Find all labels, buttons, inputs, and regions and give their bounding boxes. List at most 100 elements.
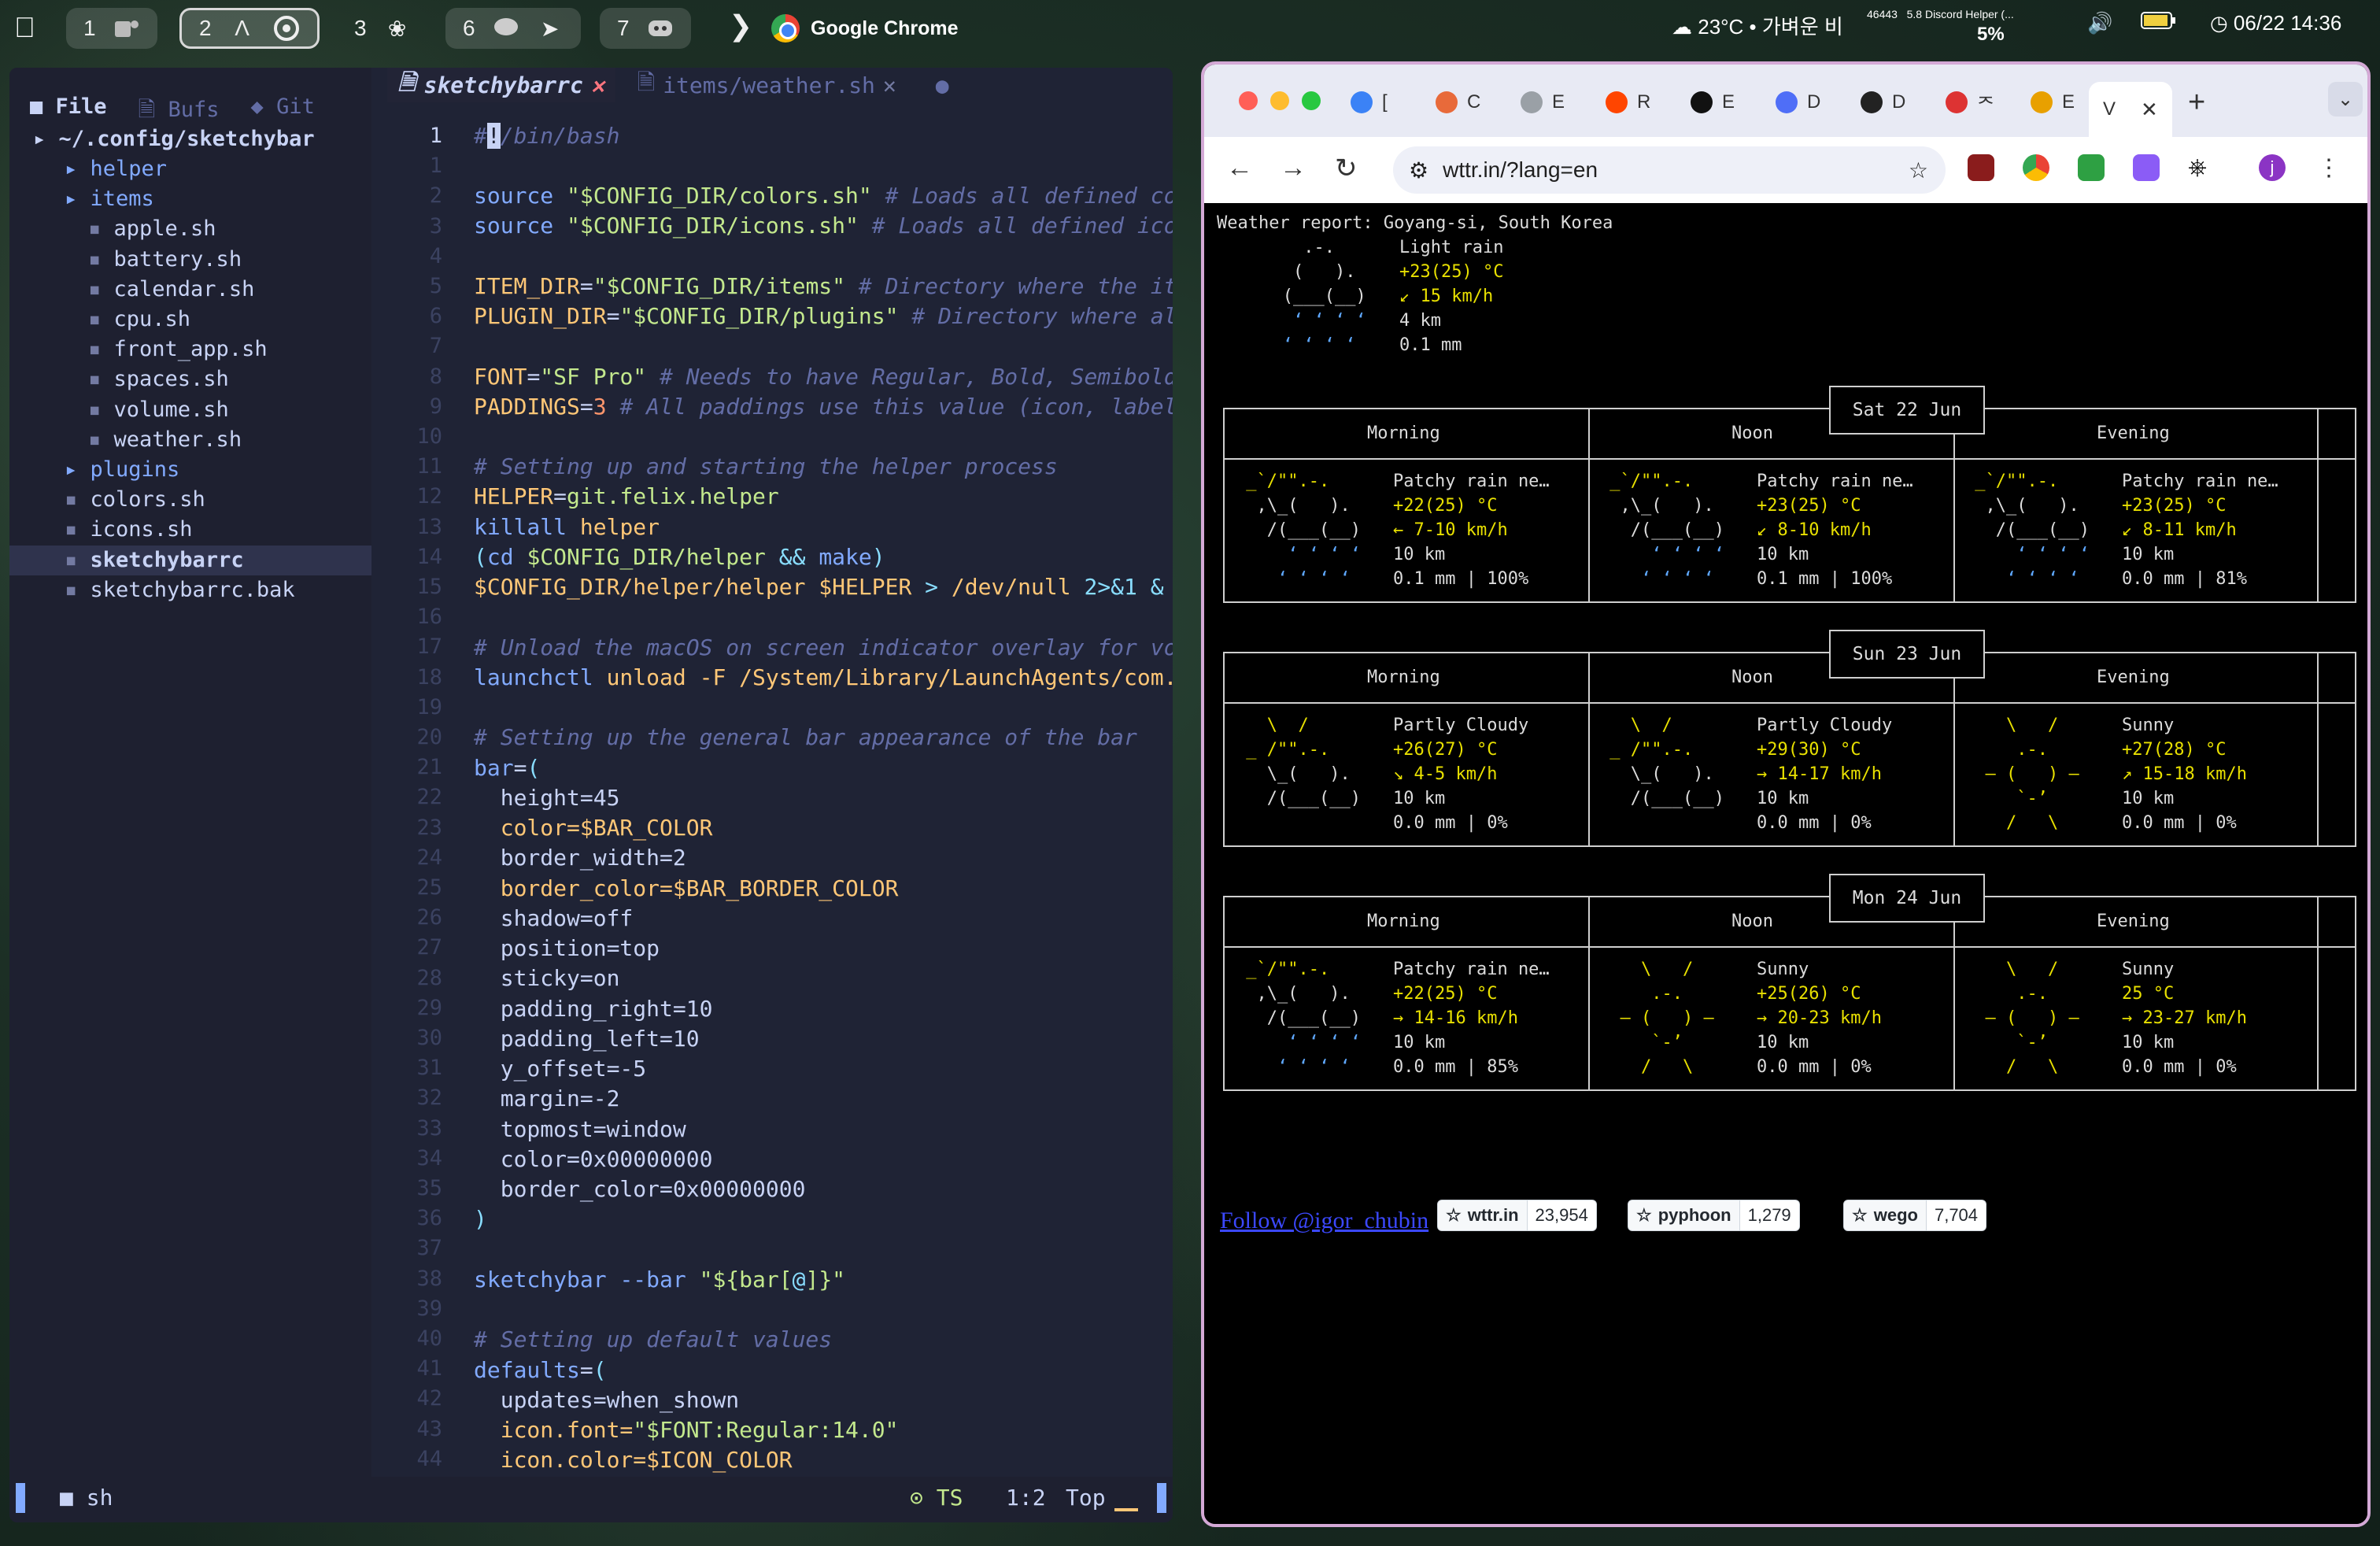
forecast-temp: +25(26) °C bbox=[1757, 984, 1861, 1004]
chevron-right-icon: ❯ bbox=[729, 9, 753, 42]
tree-item-weather-sh[interactable]: ▪ weather.sh bbox=[9, 425, 371, 455]
github-star-button[interactable]: ☆ wttr.in 23,954 bbox=[1437, 1200, 1597, 1231]
line-number: 42 bbox=[416, 1386, 442, 1411]
follow-link[interactable]: Follow @igor_chubin bbox=[1220, 1208, 1428, 1234]
favicon-icon bbox=[1946, 91, 1968, 113]
close-icon[interactable]: ✕ bbox=[591, 72, 604, 98]
tree-item-helper[interactable]: ▸ helper bbox=[9, 154, 371, 184]
tab-active[interactable]: V ✕ bbox=[2089, 82, 2172, 137]
bookmark-star-icon[interactable]: ☆ bbox=[1909, 157, 1928, 183]
menu-kebab-icon[interactable]: ⋮ bbox=[2317, 154, 2344, 181]
tree-item-front-app-sh[interactable]: ▪ front_app.sh bbox=[9, 335, 371, 364]
tree-item-icons-sh[interactable]: ▪ icons.sh bbox=[9, 515, 371, 545]
tree-item-label: sketchybarrc bbox=[90, 547, 244, 572]
forecast-precip: 0.1 mm | 100% bbox=[1757, 569, 1893, 589]
browser-tab[interactable]: ᄌ bbox=[1946, 82, 1994, 123]
workspace-6[interactable]: 6 ➤ bbox=[445, 8, 581, 49]
weather-ascii-art: ‘ ‘ ‘ ‘ bbox=[1251, 335, 1366, 355]
tree-item-sketchybarrc-bak[interactable]: ▪ sketchybarrc.bak bbox=[9, 575, 371, 605]
forecast-wind: → 14-17 km/h bbox=[1757, 764, 1882, 784]
browser-tab[interactable]: E bbox=[1521, 82, 1565, 123]
star-count[interactable]: 7,704 bbox=[1926, 1200, 1987, 1231]
workspace-2[interactable]: 2 Λ bbox=[179, 8, 320, 49]
line-number: 31 bbox=[416, 1056, 442, 1081]
browser-tab[interactable]: C bbox=[1436, 82, 1480, 123]
chrome-extension-icon[interactable] bbox=[2023, 154, 2049, 181]
discord-icon bbox=[647, 15, 674, 42]
workspace-7[interactable]: 7 bbox=[600, 8, 691, 49]
minimize-window-button[interactable] bbox=[1270, 91, 1289, 110]
reload-icon[interactable]: ↻ bbox=[1335, 153, 1358, 184]
site-info-icon[interactable]: ⚙ bbox=[1409, 157, 1428, 183]
ublock-icon[interactable] bbox=[1968, 154, 1994, 181]
workspace-3[interactable]: 3 ❀ bbox=[337, 8, 428, 49]
line-number: 33 bbox=[416, 1115, 442, 1141]
column-header: Evening bbox=[2097, 912, 2170, 931]
tree-root[interactable]: ▸ ~/.config/sketchybar bbox=[33, 124, 395, 154]
tab-search-button[interactable]: ⌄ bbox=[2328, 82, 2363, 117]
tree-item-calendar-sh[interactable]: ▪ calendar.sh bbox=[9, 275, 371, 305]
apple-icon[interactable]:  bbox=[14, 11, 35, 44]
cpu-item[interactable]: 46443 5.8 Discord Helper (... 5% bbox=[1867, 8, 2040, 45]
arc-icon: Λ bbox=[235, 16, 249, 40]
browser-tab[interactable]: E bbox=[1691, 82, 1735, 123]
volume-icon[interactable]: 🔊 bbox=[2087, 11, 2112, 35]
browser-tab[interactable]: D bbox=[1776, 82, 1820, 123]
forecast-vis: 10 km bbox=[1393, 789, 1446, 808]
back-icon[interactable]: ← bbox=[1226, 153, 1253, 183]
browser-tab[interactable]: R bbox=[1606, 82, 1650, 123]
forward-icon[interactable]: → bbox=[1280, 153, 1306, 183]
column-divider bbox=[1953, 897, 1955, 1089]
star-count[interactable]: 23,954 bbox=[1527, 1200, 1597, 1231]
extension-icon[interactable] bbox=[2133, 154, 2160, 181]
code-editor[interactable]: 1 1 2 3 4 5 6 7 8 9 10 11 12 13 14 15 16 17 18 19 20 21 22 23 24… bbox=[387, 121, 1173, 1477]
tree-item-apple-sh[interactable]: ▪ apple.sh bbox=[9, 214, 371, 244]
browser-tab[interactable]: E bbox=[2031, 82, 2075, 123]
weather-ascii-art bbox=[1599, 811, 1724, 835]
close-tab-icon[interactable]: ✕ bbox=[2141, 98, 2158, 122]
editor-tab-sketchybarrc[interactable]: 🗎 sketchybarrc ✕ bbox=[387, 68, 615, 102]
star-count[interactable]: 1,279 bbox=[1739, 1200, 1800, 1231]
editor-tab-weather[interactable]: 🗎 items/weather.sh ✕ bbox=[626, 68, 907, 102]
address-bar[interactable]: ⚙ wttr.in/?lang=en ☆ bbox=[1393, 146, 1946, 194]
profile-avatar[interactable]: j bbox=[2259, 154, 2286, 181]
sheets-extension-icon[interactable] bbox=[2078, 154, 2105, 181]
line-number: 15 bbox=[416, 575, 442, 599]
forecast-wind: → 14-16 km/h bbox=[1393, 1008, 1518, 1028]
cpu-top-process: 5.8 Discord Helper (... bbox=[1906, 8, 2014, 20]
weather-ascii-art: ‘ ‘ ‘ ‘ bbox=[1599, 569, 1724, 589]
scroll-position: Top bbox=[1066, 1485, 1106, 1511]
tree-item-spaces-sh[interactable]: ▪ spaces.sh bbox=[9, 364, 371, 394]
close-icon[interactable]: ✕ bbox=[883, 72, 896, 98]
current-wind: ↙ 15 km/h bbox=[1399, 287, 1494, 306]
column-header: Evening bbox=[2097, 423, 2170, 443]
workspace-1[interactable]: 1 bbox=[66, 8, 157, 49]
forecast-wind: → 23-27 km/h bbox=[2122, 1008, 2247, 1028]
workspace-number: 6 bbox=[463, 16, 475, 40]
new-tab-button[interactable]: + bbox=[2188, 82, 2205, 123]
favicon-icon bbox=[2031, 91, 2053, 113]
column-header: Noon bbox=[1731, 668, 1773, 687]
maximize-window-button[interactable] bbox=[1302, 91, 1321, 110]
line-number: 35 bbox=[416, 1176, 442, 1200]
forecast-cond: Sunny bbox=[2122, 960, 2175, 979]
battery-icon[interactable] bbox=[2141, 11, 2177, 35]
tree-item-battery-sh[interactable]: ▪ battery.sh bbox=[9, 245, 371, 275]
browser-tab[interactable]: [ bbox=[1351, 82, 1388, 123]
tree-item-plugins[interactable]: ▸ plugins bbox=[9, 455, 371, 485]
tree-item-cpu-sh[interactable]: ▪ cpu.sh bbox=[9, 305, 371, 335]
tree-item-colors-sh[interactable]: ▪ colors.sh bbox=[9, 485, 371, 515]
weather-item[interactable]: ☁ 23°C • 가벼운 비 bbox=[1672, 11, 1843, 40]
weather-ascii-art: _`/"".-. bbox=[1236, 472, 1351, 491]
browser-tab[interactable]: D bbox=[1861, 82, 1905, 123]
tree-item-sketchybarrc[interactable]: ▪ sketchybarrc bbox=[9, 545, 371, 575]
tab-title: D bbox=[1892, 91, 1906, 113]
tree-item-volume-sh[interactable]: ▪ volume.sh bbox=[9, 395, 371, 425]
github-star-button[interactable]: ☆ pyphoon 1,279 bbox=[1628, 1200, 1800, 1231]
column-divider bbox=[2317, 409, 2319, 601]
clock[interactable]: ◷ 06/22 14:36 bbox=[2210, 11, 2341, 35]
extensions-puzzle-icon[interactable]: ⎈ bbox=[2188, 154, 2215, 181]
github-star-button[interactable]: ☆ wego 7,704 bbox=[1843, 1200, 1987, 1231]
tree-item-items[interactable]: ▸ items bbox=[9, 184, 371, 214]
close-window-button[interactable] bbox=[1239, 91, 1258, 110]
